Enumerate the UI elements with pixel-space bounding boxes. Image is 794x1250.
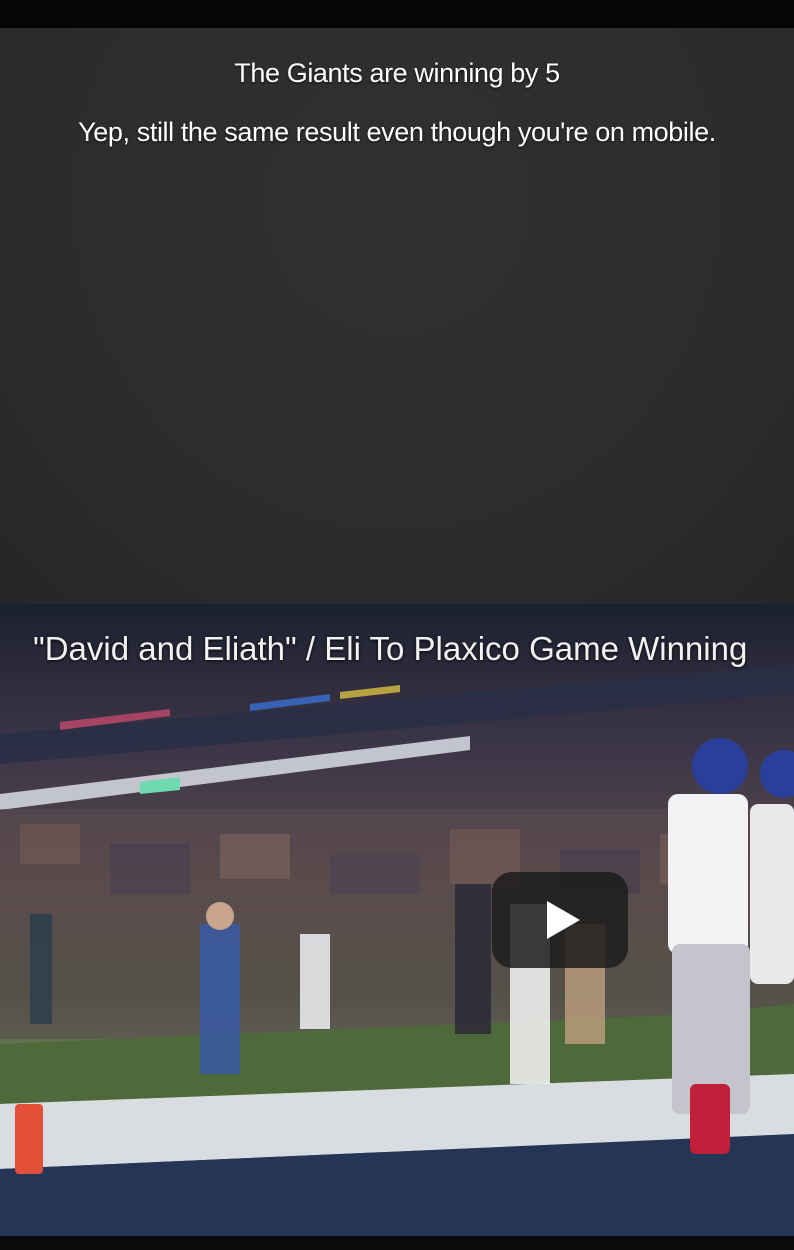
result-panel: The Giants are winning by 5 Yep, still t… (0, 28, 794, 604)
top-bar (0, 0, 794, 28)
result-headline: The Giants are winning by 5 (234, 58, 560, 88)
video-thumbnail (0, 664, 794, 1236)
play-button[interactable] (492, 872, 628, 968)
play-icon (547, 901, 580, 939)
bottom-bar (0, 1236, 794, 1250)
video-player[interactable]: "David and Eliath" / Eli To Plaxico Game… (0, 604, 794, 1236)
result-subline: Yep, still the same result even though y… (78, 117, 716, 147)
video-title[interactable]: "David and Eliath" / Eli To Plaxico Game… (33, 630, 747, 668)
